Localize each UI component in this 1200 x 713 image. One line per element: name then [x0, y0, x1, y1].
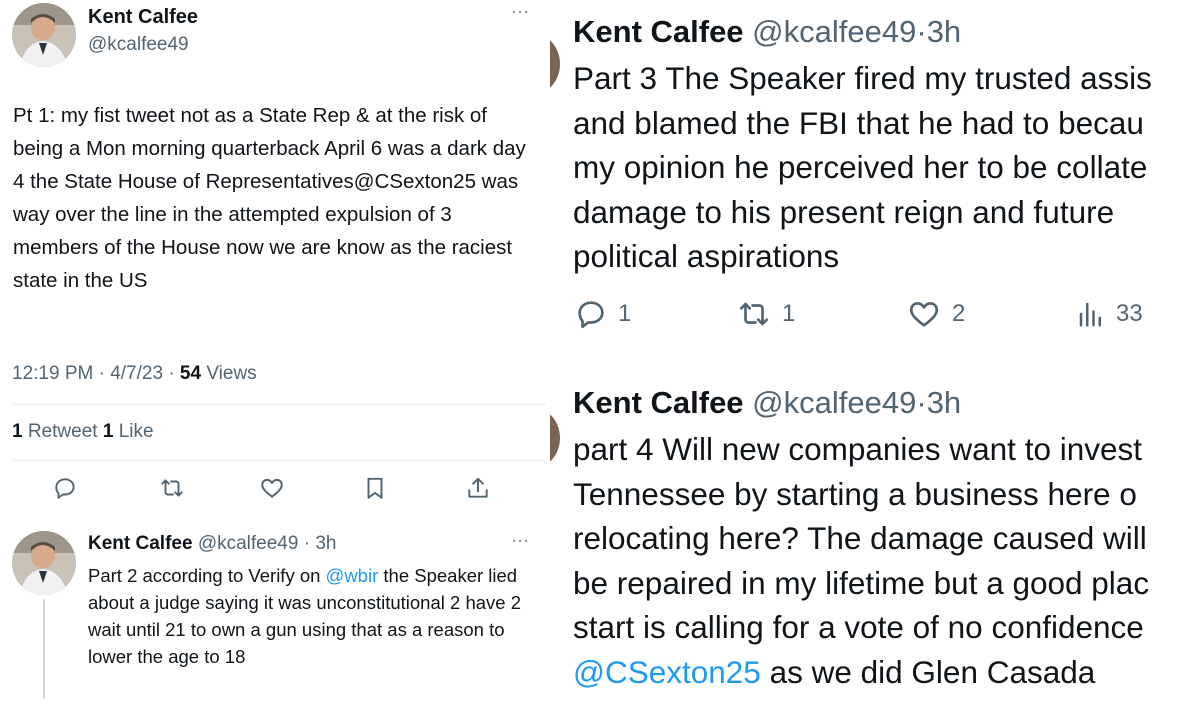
- text-line: part 4 Will new companies want to invest: [573, 431, 1142, 467]
- tweet-text: Pt 1: my fist tweet not as a State Rep &…: [13, 104, 526, 292]
- bookmark-button[interactable]: [357, 470, 393, 506]
- more-options-icon[interactable]: ···: [512, 4, 530, 21]
- tweet-header: Kent Calfee @kcalfee49 · 3h: [88, 533, 336, 555]
- username[interactable]: @kcalfee49: [198, 533, 299, 554]
- separator-dot: ·: [916, 14, 927, 49]
- action-bar: 1 1 2 33: [548, 296, 1200, 336]
- tweet-1-panel: Kent Calfee @kcalfee49 ··· Pt 1: my fist…: [0, 0, 548, 517]
- text-line: damage to his present reign and future: [573, 193, 1115, 230]
- text-line: @CSexton25 as we did Glen Casada: [573, 650, 1200, 695]
- separator-dot: ·: [298, 533, 316, 554]
- tweet-text: Part 3 The Speaker fired my trusted assi…: [573, 56, 1200, 279]
- reply-button[interactable]: [47, 470, 83, 506]
- divider: [12, 404, 548, 405]
- reply-icon: [578, 301, 604, 329]
- text-line: and blamed the FBI that he had to becau: [573, 104, 1144, 141]
- text-line: Tennessee by starting a business here o: [573, 475, 1137, 512]
- mention-link[interactable]: @wbir: [326, 565, 379, 586]
- text-line: political aspirations: [573, 238, 840, 274]
- views-label: Views: [201, 363, 257, 384]
- views-icon: [1079, 302, 1101, 327]
- retweet-button[interactable]: 1: [736, 296, 795, 332]
- like-label[interactable]: Like: [113, 421, 154, 442]
- engagement-stats: 1 Retweet 1 Like: [12, 421, 154, 443]
- retweet-label[interactable]: Retweet: [23, 421, 103, 442]
- text-line: start is calling for a vote of no confid…: [573, 609, 1144, 645]
- tweet-text: Part 2 according to Verify on @wbir the …: [88, 562, 533, 670]
- avatar[interactable]: [12, 531, 76, 595]
- username[interactable]: @kcalfee49: [88, 34, 189, 56]
- reply-button[interactable]: 1: [574, 296, 631, 332]
- tweet-text: part 4 Will new companies want to invest…: [573, 427, 1200, 694]
- retweet-count[interactable]: 1: [12, 421, 23, 442]
- divider: [12, 460, 548, 461]
- share-icon: [468, 477, 488, 498]
- retweet-icon: [739, 302, 769, 326]
- timestamp[interactable]: 3h: [927, 14, 961, 49]
- like-count[interactable]: 1: [103, 421, 114, 442]
- panel-separator: [546, 0, 550, 713]
- display-name[interactable]: Kent Calfee: [88, 533, 193, 554]
- timestamp[interactable]: 3h: [315, 533, 336, 554]
- retweet-button[interactable]: [154, 470, 190, 506]
- username[interactable]: @kcalfee49: [752, 385, 916, 420]
- text-line: relocating here? The damage caused will: [573, 520, 1147, 556]
- display-name[interactable]: Kent Calfee: [573, 385, 744, 420]
- display-name[interactable]: Kent Calfee: [88, 6, 198, 29]
- views-count: 33: [1116, 300, 1143, 327]
- tweet-2-panel: Kent Calfee @kcalfee49 · 3h ··· Part 2 a…: [0, 517, 548, 713]
- reply-icon: [55, 478, 75, 499]
- text-line: be repaired in my lifetime but a good pl…: [573, 564, 1150, 601]
- like-icon: [909, 302, 939, 327]
- tweet-3-panel: Kent Calfee @kcalfee49·3h Part 3 The Spe…: [548, 0, 1200, 378]
- display-name[interactable]: Kent Calfee: [573, 14, 744, 49]
- views-count: 54: [179, 363, 202, 384]
- like-button[interactable]: [254, 470, 290, 506]
- bookmark-icon: [367, 477, 383, 499]
- views-button[interactable]: 33: [1076, 296, 1143, 332]
- text-segment: Part 2 according to Verify on: [88, 565, 326, 586]
- retweet-icon: [161, 479, 183, 497]
- tweet-header: Kent Calfee @kcalfee49·3h: [573, 14, 961, 50]
- separator-dot: ·: [916, 385, 927, 420]
- tweet-4-panel: Kent Calfee @kcalfee49·3h part 4 Will ne…: [548, 378, 1200, 713]
- timestamp[interactable]: 3h: [927, 385, 961, 420]
- text-line: my opinion he perceived her to be collat…: [573, 149, 1148, 185]
- like-count: 2: [952, 300, 966, 327]
- retweet-count: 1: [782, 300, 796, 327]
- action-bar: [0, 470, 548, 510]
- text-segment: as we did Glen Casada: [760, 653, 1096, 690]
- avatar[interactable]: [12, 3, 76, 67]
- thread-connector: [43, 599, 45, 699]
- mention-link[interactable]: @CSexton25: [573, 654, 761, 690]
- like-icon: [261, 478, 283, 498]
- timestamp[interactable]: 12:19 PM · 4/7/23 ·: [12, 363, 180, 384]
- tweet-meta: 12:19 PM · 4/7/23 · 54 Views: [12, 363, 257, 385]
- text-line: Part 3 The Speaker fired my trusted assi…: [573, 60, 1152, 96]
- reply-count: 1: [618, 300, 632, 327]
- share-button[interactable]: [460, 470, 496, 506]
- tweet-header: Kent Calfee @kcalfee49·3h: [573, 385, 961, 421]
- more-options-icon[interactable]: ···: [512, 533, 530, 550]
- like-button[interactable]: 2: [906, 296, 965, 332]
- username[interactable]: @kcalfee49: [752, 14, 916, 49]
